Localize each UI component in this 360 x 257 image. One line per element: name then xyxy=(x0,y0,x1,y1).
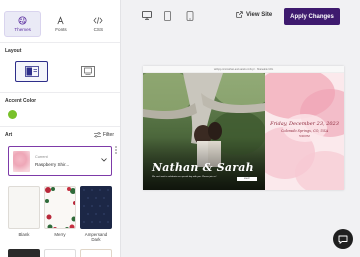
art-current-thumbnail xyxy=(13,151,30,172)
art-option-card[interactable] xyxy=(8,249,40,257)
art-current-label: Current xyxy=(35,155,48,159)
rsvp-button[interactable]: RSVP xyxy=(237,177,257,181)
event-details-panel: Friday, December 23, 2023 Colorado Sprin… xyxy=(265,73,344,190)
event-date: Friday, December 23, 2023 xyxy=(270,121,339,127)
tab-css-label: CSS xyxy=(93,27,104,32)
art-current-value: Raspberry Shir... xyxy=(35,162,70,167)
tab-fonts[interactable]: Fonts xyxy=(43,11,78,37)
split-layout-icon xyxy=(24,66,39,77)
mobile-view-button[interactable] xyxy=(184,10,195,21)
art-option-name: Ampersand Dark xyxy=(84,232,108,242)
tablet-view-button[interactable] xyxy=(162,10,173,21)
pattern-texture-icon xyxy=(83,189,109,223)
holly-pattern-icon xyxy=(45,187,75,228)
filter-icon xyxy=(93,132,101,138)
art-heading: Art xyxy=(5,132,13,138)
palette-icon xyxy=(18,16,27,25)
layout-option-split[interactable] xyxy=(15,61,48,82)
font-icon xyxy=(56,16,65,25)
divider xyxy=(0,92,120,93)
sidebar: Themes Fonts CSS Layout Accent Color Art… xyxy=(0,0,121,257)
chat-button[interactable] xyxy=(333,229,353,249)
tab-css[interactable]: CSS xyxy=(81,11,116,37)
art-option-blank[interactable] xyxy=(8,186,40,229)
art-header: Art Filter xyxy=(5,132,114,138)
tab-themes[interactable]: Themes xyxy=(4,11,42,37)
welcome-caption: We can't wait to celebrate our special d… xyxy=(152,176,217,178)
couple-photo: Nathan & Sarah We can't wait to celebrat… xyxy=(143,73,265,190)
art-option-name: Merry xyxy=(54,232,66,237)
tab-themes-label: Themes xyxy=(14,27,31,32)
art-current-dropdown[interactable]: Current Raspberry Shir... xyxy=(8,146,112,176)
external-link-icon xyxy=(236,11,243,18)
tablet-icon xyxy=(164,10,171,21)
filter-button[interactable]: Filter xyxy=(93,132,114,138)
accent-color-heading: Accent Color xyxy=(5,98,37,104)
couple-names: Nathan & Sarah xyxy=(152,161,254,174)
drag-handle-icon[interactable] xyxy=(115,146,117,155)
sidebar-tabs: Themes Fonts CSS xyxy=(4,11,116,37)
tab-fonts-label: Fonts xyxy=(55,27,67,32)
event-location: Colorado Springs, CO, USA xyxy=(280,129,329,133)
mobile-icon xyxy=(186,10,193,21)
art-option-name: Blank xyxy=(18,232,30,237)
desktop-view-button[interactable] xyxy=(141,10,152,21)
view-site-label: View Site xyxy=(246,11,273,18)
preview-url-bar: withjoy.com/nathan-and-sarah-nm3xyz · Sh… xyxy=(143,66,344,73)
art-option-card[interactable] xyxy=(80,249,112,257)
site-preview: withjoy.com/nathan-and-sarah-nm3xyz · Sh… xyxy=(143,66,344,190)
chevron-down-icon xyxy=(101,158,107,162)
divider xyxy=(0,126,120,127)
art-option-ampersand-dark[interactable] xyxy=(80,186,112,229)
code-icon xyxy=(93,16,103,25)
chat-icon xyxy=(338,235,348,244)
desktop-icon xyxy=(141,11,152,20)
art-option-card[interactable] xyxy=(44,249,76,257)
apply-changes-button[interactable]: Apply Changes xyxy=(284,8,340,25)
filter-label: Filter xyxy=(102,132,114,138)
accent-color-swatch[interactable] xyxy=(8,110,17,119)
layout-option-stacked[interactable] xyxy=(71,61,104,82)
divider xyxy=(0,42,120,43)
view-site-link[interactable]: View Site xyxy=(236,11,272,18)
layout-heading: Layout xyxy=(5,48,22,54)
art-option-merry[interactable] xyxy=(44,186,76,229)
stacked-layout-icon xyxy=(80,66,95,77)
event-time: 5:00 PM xyxy=(299,134,310,138)
